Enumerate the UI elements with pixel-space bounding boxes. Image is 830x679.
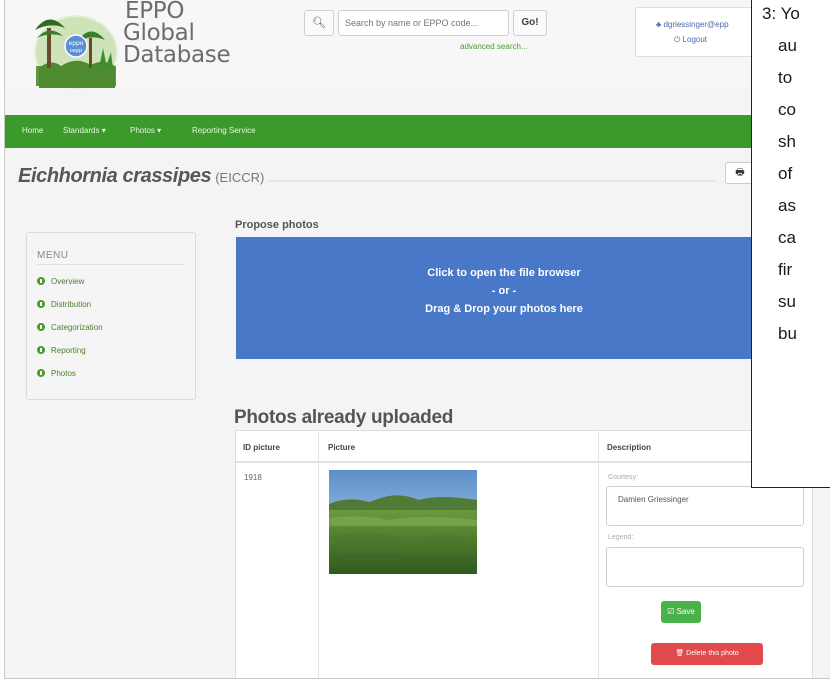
column-divider — [318, 431, 319, 678]
nav-standards[interactable]: Standards ▾ — [63, 126, 106, 135]
photos-table: ID picture Picture Description 1918 Cour… — [235, 430, 814, 678]
menu-item-label: Categorization — [51, 323, 103, 332]
svg-text:eppo: eppo — [69, 40, 84, 47]
callout-line: bu — [778, 324, 797, 343]
legend-field[interactable] — [606, 547, 804, 587]
species-code: (EICCR) — [215, 170, 265, 185]
photo-id: 1918 — [244, 473, 262, 482]
main-nav: Home Standards ▾ Photos ▾ Reporting Serv… — [5, 115, 830, 148]
callout-line: to — [778, 68, 793, 87]
menu-item-categorization[interactable]: Categorization — [37, 323, 103, 332]
menu-item-label: Photos — [51, 369, 76, 378]
callout-line: ca — [778, 228, 796, 247]
bullet-icon — [37, 346, 45, 354]
callout-line: fir — [778, 260, 793, 279]
side-menu: MENU Overview Distribution Categorizatio… — [26, 232, 196, 400]
species-name: Eichhornia crassipes — [18, 165, 212, 187]
delete-photo-button[interactable]: 🗑 Delete this photo — [651, 643, 763, 665]
site-name[interactable]: EPPO Global Database — [123, 0, 231, 68]
page-title: Eichhornia crassipes (EICCR) — [18, 165, 264, 188]
photo-thumbnail[interactable] — [329, 470, 477, 574]
header-divider — [236, 461, 814, 463]
callout-line: au — [778, 36, 797, 55]
callout-line: as — [778, 196, 796, 215]
bullet-icon — [37, 369, 45, 377]
user-panel: ♣ dgriessinger@epp ⏻ Logout — [635, 7, 760, 57]
logo-line-2: Global — [123, 20, 195, 46]
bullet-icon — [37, 277, 45, 285]
courtesy-value: Damien Griessinger — [618, 495, 689, 504]
dropzone-line-1: Click to open the file browser — [427, 267, 581, 279]
callout-line: sh — [778, 132, 796, 151]
menu-item-label: Reporting — [51, 346, 86, 355]
legend-label: Legend: — [608, 534, 634, 541]
menu-title: MENU — [37, 250, 69, 261]
nav-reporting-service[interactable]: Reporting Service — [192, 126, 256, 135]
callout-line: 3: Yo — [762, 4, 800, 23]
logout-link[interactable]: ⏻ Logout — [674, 35, 707, 45]
nav-photos[interactable]: Photos ▾ — [130, 126, 161, 135]
annotation-callout: 3: Yo au to co sh of as ca fir su bu — [751, 0, 830, 488]
logo-line-3: Database — [123, 42, 231, 68]
browser-screenshot: eppo oepp EPPO Global Database 🔍︎ Go! ad… — [4, 0, 830, 679]
menu-item-photos[interactable]: Photos — [37, 369, 76, 378]
menu-item-reporting[interactable]: Reporting — [37, 346, 86, 355]
dropzone-line-3: Drag & Drop your photos here — [425, 303, 583, 315]
title-divider — [267, 180, 717, 182]
menu-item-label: Distribution — [51, 300, 92, 309]
bullet-icon — [37, 300, 45, 308]
svg-text:oepp: oepp — [70, 48, 82, 54]
column-header-id: ID picture — [243, 443, 280, 452]
go-button[interactable]: Go! — [513, 10, 547, 36]
uploaded-photos-heading: Photos already uploaded — [234, 407, 454, 428]
search-input[interactable] — [338, 10, 509, 36]
menu-item-overview[interactable]: Overview — [37, 277, 84, 286]
column-header-picture: Picture — [328, 443, 356, 452]
menu-item-distribution[interactable]: Distribution — [37, 300, 91, 309]
bullet-icon — [37, 323, 45, 331]
column-header-description: Description — [607, 443, 652, 452]
callout-line: of — [778, 164, 793, 183]
dropzone-line-2: - or - — [491, 285, 517, 297]
photo-dropzone[interactable]: Click to open the file browser - or - Dr… — [236, 237, 766, 359]
propose-photos-heading: Propose photos — [235, 219, 319, 231]
save-button[interactable]: ☑ Save — [661, 601, 701, 623]
menu-item-label: Overview — [51, 277, 85, 286]
column-divider — [598, 431, 599, 678]
nav-home[interactable]: Home — [22, 126, 43, 135]
search-icon[interactable]: 🔍︎ — [304, 10, 334, 36]
site-header: eppo oepp EPPO Global Database 🔍︎ Go! ad… — [5, 0, 830, 89]
courtesy-field[interactable]: Damien Griessinger — [606, 486, 804, 526]
user-email-link[interactable]: ♣ dgriessinger@epp — [656, 20, 729, 29]
callout-line: su — [778, 292, 796, 311]
logo-line-1: EPPO — [125, 0, 185, 24]
courtesy-label: Courtesy: — [608, 474, 638, 481]
eppo-logo-icon: eppo oepp — [34, 15, 118, 89]
advanced-search-link[interactable]: advanced search... — [460, 42, 528, 51]
callout-line: co — [778, 100, 796, 119]
menu-divider — [37, 264, 185, 265]
